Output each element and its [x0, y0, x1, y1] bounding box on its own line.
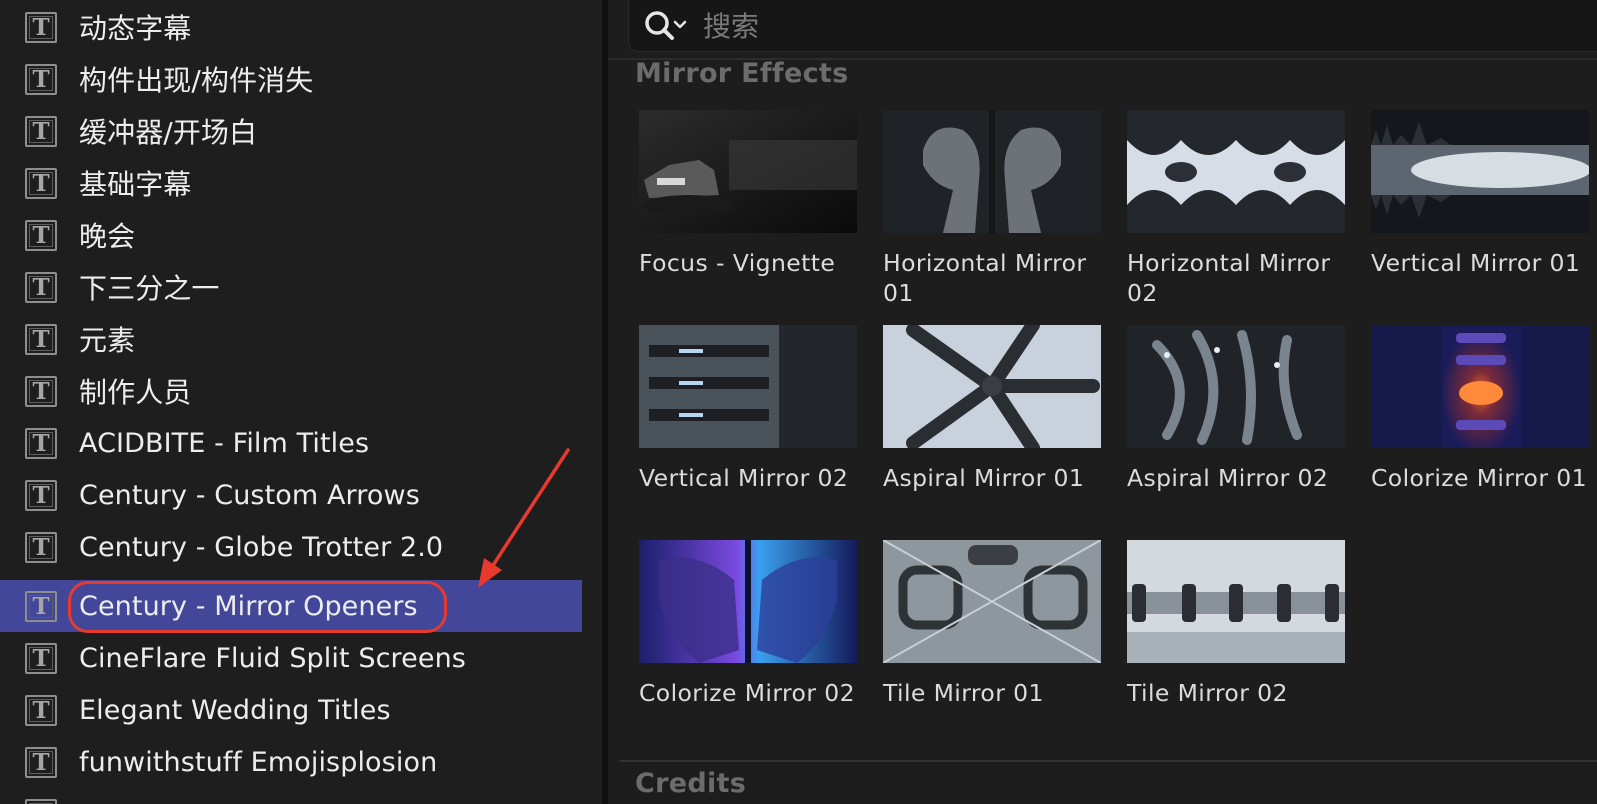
sidebar-item-elements[interactable]: T 元素: [0, 313, 582, 365]
title-t-icon: T: [25, 479, 57, 511]
effect-label: Vertical Mirror 02: [639, 464, 849, 492]
annotation-arrow-icon: [478, 448, 570, 588]
sidebar-item-emojisplosion[interactable]: T funwithstuff Emojisplosion: [0, 736, 582, 788]
effect-label: Colorize Mirror 02: [639, 679, 855, 707]
annotation-highlight-ring: [68, 581, 447, 633]
effect-label: Colorize Mirror 01: [1371, 464, 1587, 492]
search-input[interactable]: [703, 6, 1583, 46]
sidebar-item-label: 动态字幕: [79, 12, 192, 45]
title-t-icon: T: [25, 11, 57, 43]
effect-thumbnail: [639, 110, 857, 233]
effect-label: Aspiral Mirror 02: [1127, 464, 1329, 492]
sidebar-item-label: 晚会: [79, 220, 136, 253]
effect-label: Horizontal Mirror 01: [883, 249, 1087, 307]
effect-label: Horizontal Mirror 02: [1127, 249, 1331, 307]
title-t-icon: T: [25, 590, 57, 622]
sidebar-item-label: Century - Custom Arrows: [79, 479, 420, 511]
title-t-icon: T: [25, 427, 57, 459]
title-t-icon: T: [25, 642, 57, 674]
effect-thumbnail: [883, 540, 1101, 663]
title-t-icon: T: [25, 167, 57, 199]
effect-thumbnail: [1127, 325, 1345, 448]
effect-label: Aspiral Mirror 01: [883, 464, 1085, 492]
sidebar-item-label: CineFlare Fluid Split Screens: [79, 642, 466, 674]
browser-sidebar: T 动态字幕 T 构件出现/构件消失 T 缓冲器/开场白 T 基础字幕 T 晚会…: [0, 0, 582, 804]
effect-label: Tile Mirror 02: [1127, 679, 1288, 707]
sidebar-item-label: 下三分之一: [79, 272, 220, 305]
sidebar-item-label: 元素: [79, 324, 136, 357]
title-t-icon: T: [25, 219, 57, 251]
sidebar-item-label: 制作人员: [79, 376, 192, 409]
title-t-icon: T: [25, 271, 57, 303]
sidebar-item-label: Elegant Wedding Titles: [79, 694, 391, 726]
effect-thumbnail: [639, 325, 857, 448]
search-bar[interactable]: [628, 0, 1597, 52]
sidebar-item-label: ACIDBITE - Film Titles: [79, 427, 370, 459]
sidebar-item-credits[interactable]: T 制作人员: [0, 365, 582, 417]
effect-thumbnail: [1371, 325, 1589, 448]
title-t-icon: T: [25, 531, 57, 563]
sidebar-item-label: funwithstuff Emojisplosion: [79, 746, 438, 778]
effects-browser: Mirror Effects Focus - Vignette Horizont…: [608, 0, 1597, 804]
sidebar-item-cineflare-split-screens[interactable]: T CineFlare Fluid Split Screens: [0, 632, 582, 684]
sidebar-item-dynamic-titles[interactable]: T 动态字幕: [0, 1, 582, 53]
sidebar-item-elegant-wedding-titles[interactable]: T Elegant Wedding Titles: [0, 684, 582, 736]
title-t-icon: T: [25, 375, 57, 407]
sidebar-item-label: 构件出现/构件消失: [79, 64, 314, 97]
title-t-icon: T: [25, 63, 57, 95]
effect-thumbnail: [883, 110, 1101, 233]
sidebar-item-label: Century - Globe Trotter 2.0: [79, 531, 444, 563]
sidebar-item-basic-titles[interactable]: T 基础字幕: [0, 157, 582, 209]
title-t-icon: T: [25, 115, 57, 147]
sidebar-item-bumper-opener[interactable]: T 缓冲器/开场白: [0, 105, 582, 157]
section-title-credits: Credits: [635, 768, 747, 799]
effect-thumbnail: [1371, 110, 1589, 233]
title-t-icon: T: [25, 323, 57, 355]
effect-thumbnail: [639, 540, 857, 663]
effect-label: Focus - Vignette: [639, 249, 836, 277]
sidebar-item-label: 缓冲器/开场白: [79, 116, 258, 149]
section-title-mirror-effects: Mirror Effects: [635, 58, 849, 89]
sidebar-item-build-in-out[interactable]: T 构件出现/构件消失: [0, 53, 582, 105]
effect-thumbnail: [883, 325, 1101, 448]
effect-thumbnail: [1127, 110, 1345, 233]
title-t-icon: [25, 798, 57, 804]
sidebar-item-label: 基础字幕: [79, 168, 192, 201]
title-t-icon: T: [25, 694, 57, 726]
sidebar-item-lower-thirds[interactable]: T 下三分之一: [0, 261, 582, 313]
title-t-icon: T: [25, 746, 57, 778]
section-divider: [620, 760, 1597, 762]
search-icon[interactable]: [643, 9, 693, 43]
effect-label: Tile Mirror 01: [883, 679, 1044, 707]
effect-thumbnail: [1127, 540, 1345, 663]
sidebar-item-partial[interactable]: [0, 788, 582, 804]
sidebar-item-party[interactable]: T 晚会: [0, 209, 582, 261]
effect-label: Vertical Mirror 01: [1371, 249, 1581, 277]
